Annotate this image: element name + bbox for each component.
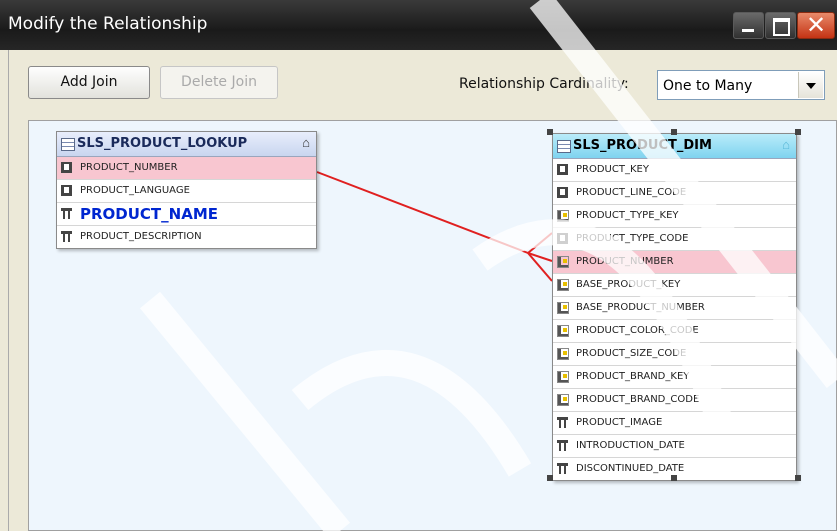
measure-column-icon: [557, 394, 569, 406]
cardinality-select[interactable]: One to Many: [657, 70, 825, 100]
delete-join-button[interactable]: Delete Join: [160, 66, 278, 99]
column-name: PRODUCT_KEY: [576, 164, 649, 175]
column-name: PRODUCT_BRAND_KEY: [576, 371, 690, 382]
table-row[interactable]: PRODUCT_DESCRIPTION: [57, 226, 316, 248]
column-name: PRODUCT_LANGUAGE: [80, 185, 190, 196]
table-row[interactable]: PRODUCT_TYPE_KEY: [553, 205, 796, 228]
column-name: PRODUCT_NUMBER: [80, 162, 178, 173]
table-row[interactable]: PRODUCT_LANGUAGE: [57, 180, 316, 203]
close-icon: ✕: [805, 11, 827, 39]
resize-handle[interactable]: [547, 129, 553, 135]
column-name: PRODUCT_TYPE_CODE: [576, 233, 689, 244]
measure-column-icon: [557, 256, 569, 268]
resize-handle[interactable]: [795, 475, 801, 481]
join-line[interactable]: [316, 171, 529, 254]
table-row[interactable]: PRODUCT_LINE_CODE: [553, 182, 796, 205]
dim-table[interactable]: SLS_PRODUCT_DIM ⌂ PRODUCT_KEY PRODUCT_LI…: [552, 133, 797, 481]
minimize-icon: [742, 29, 754, 32]
table-row[interactable]: PRODUCT_SIZE_CODE: [553, 343, 796, 366]
maximize-icon: [773, 18, 790, 36]
collapse-icon[interactable]: ⌂: [302, 135, 310, 150]
table-row[interactable]: PRODUCT_NUMBER: [553, 251, 796, 274]
column-name: INTRODUCTION_DATE: [576, 440, 685, 451]
column-name: BASE_PRODUCT_NUMBER: [576, 302, 705, 313]
table-row[interactable]: PRODUCT_NAME: [57, 203, 316, 226]
column-name: PRODUCT_NAME: [80, 205, 219, 223]
table-icon: [61, 138, 75, 151]
resize-handle[interactable]: [547, 475, 553, 481]
resize-handle[interactable]: [671, 129, 677, 135]
table-row[interactable]: PRODUCT_IMAGE: [553, 412, 796, 435]
lookup-table[interactable]: SLS_PRODUCT_LOOKUP ⌂ PRODUCT_NUMBER PROD…: [56, 131, 317, 249]
text-column-icon: [557, 440, 568, 451]
resize-handle[interactable]: [795, 129, 801, 135]
join-line-fork: [527, 232, 553, 254]
title-bar[interactable]: Modify the Relationship ✕: [0, 0, 837, 50]
column-name: PRODUCT_SIZE_CODE: [576, 348, 687, 359]
key-column-icon: [61, 185, 72, 196]
window-title: Modify the Relationship: [8, 14, 208, 34]
table-header[interactable]: SLS_PRODUCT_DIM ⌂: [553, 134, 796, 159]
column-name: PRODUCT_TYPE_KEY: [576, 210, 679, 221]
column-name: PRODUCT_BRAND_CODE: [576, 394, 700, 405]
modify-relationship-dialog: Modify the Relationship ✕ Add Join Delet…: [0, 0, 837, 531]
text-column-icon: [61, 208, 72, 219]
close-button[interactable]: ✕: [797, 11, 835, 39]
text-column-icon: [557, 463, 568, 474]
table-row[interactable]: PRODUCT_BRAND_KEY: [553, 366, 796, 389]
measure-column-icon: [557, 279, 569, 291]
collapse-icon[interactable]: ⌂: [782, 137, 790, 152]
add-join-button[interactable]: Add Join: [28, 66, 150, 99]
resize-handle[interactable]: [671, 475, 677, 481]
table-row[interactable]: PRODUCT_KEY: [553, 159, 796, 182]
column-name: PRODUCT_IMAGE: [576, 417, 663, 428]
cardinality-value: One to Many: [663, 78, 753, 94]
table-header[interactable]: SLS_PRODUCT_LOOKUP ⌂: [57, 132, 316, 157]
key-column-icon: [557, 164, 568, 175]
column-name: DISCONTINUED_DATE: [576, 463, 685, 474]
maximize-button[interactable]: [765, 12, 796, 39]
table-name: SLS_PRODUCT_DIM: [573, 138, 712, 153]
column-name: PRODUCT_DESCRIPTION: [80, 231, 202, 242]
measure-column-icon: [557, 210, 569, 222]
table-row[interactable]: BASE_PRODUCT_NUMBER: [553, 297, 796, 320]
measure-column-icon: [557, 325, 569, 337]
key-column-icon: [61, 162, 72, 173]
table-row[interactable]: BASE_PRODUCT_KEY: [553, 274, 796, 297]
key-column-icon: [557, 233, 568, 244]
chevron-down-icon[interactable]: [798, 72, 823, 98]
table-row[interactable]: PRODUCT_BRAND_CODE: [553, 389, 796, 412]
key-column-icon: [557, 187, 568, 198]
table-row[interactable]: PRODUCT_NUMBER: [57, 157, 316, 180]
text-column-icon: [557, 417, 568, 428]
table-row[interactable]: PRODUCT_TYPE_CODE: [553, 228, 796, 251]
measure-column-icon: [557, 348, 569, 360]
minimize-button[interactable]: [733, 12, 764, 39]
column-name: PRODUCT_COLOR_CODE: [576, 325, 699, 336]
text-column-icon: [61, 231, 72, 242]
relationship-canvas[interactable]: SLS_PRODUCT_LOOKUP ⌂ PRODUCT_NUMBER PROD…: [28, 120, 837, 531]
table-icon: [557, 140, 571, 153]
column-name: PRODUCT_LINE_CODE: [576, 187, 687, 198]
table-row[interactable]: INTRODUCTION_DATE: [553, 435, 796, 458]
table-name: SLS_PRODUCT_LOOKUP: [77, 136, 248, 151]
column-name: PRODUCT_NUMBER: [576, 256, 674, 267]
measure-column-icon: [557, 302, 569, 314]
column-name: BASE_PRODUCT_KEY: [576, 279, 681, 290]
cardinality-label: Relationship Cardinality:: [459, 76, 629, 92]
measure-column-icon: [557, 371, 569, 383]
table-row[interactable]: PRODUCT_COLOR_CODE: [553, 320, 796, 343]
